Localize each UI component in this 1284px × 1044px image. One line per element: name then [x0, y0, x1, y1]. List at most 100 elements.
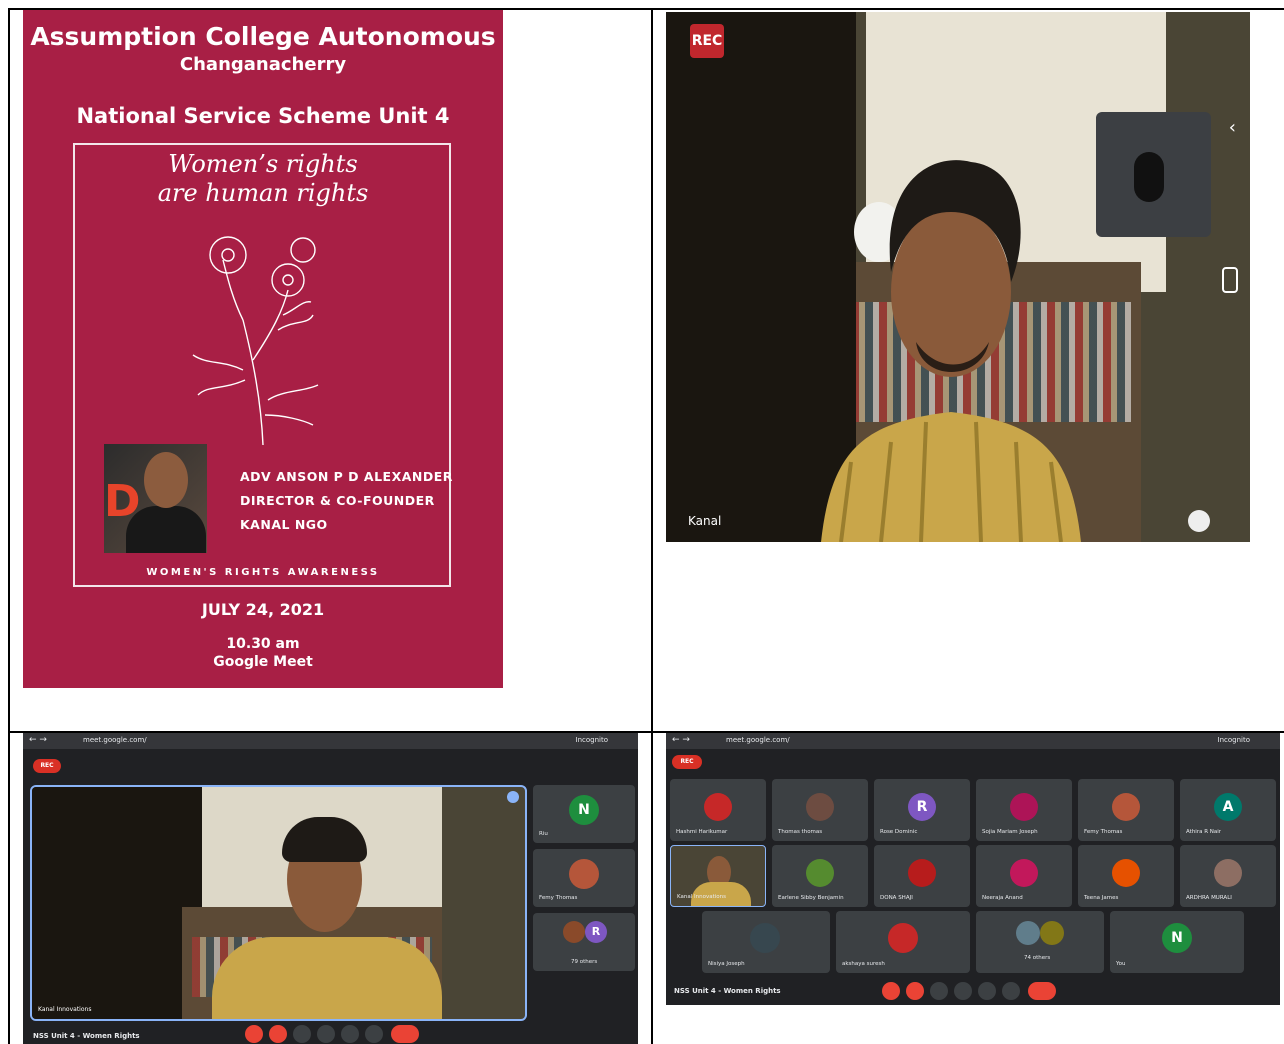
- avatar: [908, 859, 936, 887]
- participant-tile[interactable]: Hashmi Harikumar: [670, 779, 766, 841]
- present-button[interactable]: [978, 982, 996, 1000]
- participant-tile-others[interactable]: 74 others: [976, 911, 1104, 973]
- avatar: [563, 921, 585, 943]
- kanal-logo-letter: D: [104, 476, 141, 527]
- poster-time-block: 10.30 am Google Meet: [23, 635, 503, 671]
- camera-off-button[interactable]: [906, 982, 924, 1000]
- rec-badge: REC: [690, 24, 724, 58]
- avatar: [888, 923, 918, 953]
- options-button[interactable]: [1188, 510, 1210, 532]
- rec-badge: REC: [672, 755, 702, 769]
- flower-illustration: [192, 236, 319, 445]
- poster-place: Changanacherry: [179, 54, 347, 75]
- back-icon[interactable]: ← →: [29, 735, 47, 745]
- participant-tile[interactable]: Earlene Sibby Benjamin: [772, 845, 868, 907]
- poster-college: Assumption College Autonomous: [30, 22, 496, 51]
- avatar: A: [1214, 793, 1242, 821]
- browser-bar: ← → meet.google.com/ Incognito: [666, 733, 1280, 749]
- avatar: [704, 793, 732, 821]
- profile-label: Incognito: [575, 736, 608, 744]
- side-tile-1[interactable]: N Riu: [533, 785, 635, 843]
- present-button[interactable]: [341, 1025, 359, 1043]
- participant-tile[interactable]: Femy Thomas: [1078, 779, 1174, 841]
- side-tile-2[interactable]: Femy Thomas: [533, 849, 635, 907]
- speaker-name: ADV ANSON P D ALEXANDER: [240, 469, 453, 484]
- avatar: [1214, 859, 1242, 887]
- speaker-video-frame: REC ‹ Kanal: [666, 12, 1250, 542]
- poster-theme-line1: Women’s rights: [168, 150, 358, 178]
- avatar: [806, 793, 834, 821]
- avatar: [1112, 793, 1140, 821]
- poster-time: 10.30 am: [226, 636, 300, 652]
- poster-platform: Google Meet: [213, 654, 313, 670]
- self-view-tile: [1096, 112, 1211, 237]
- avatar: R: [585, 921, 607, 943]
- speaker-tile-label: Kanal Innovations: [38, 1006, 92, 1013]
- avatar: [1010, 859, 1038, 887]
- self-tile[interactable]: N You: [1110, 911, 1244, 973]
- event-poster: Assumption College Autonomous Changanach…: [23, 10, 503, 688]
- meet-speaker-view: ← → meet.google.com/ Incognito REC Kanal…: [23, 733, 638, 1044]
- browser-bar: ← → meet.google.com/ Incognito: [23, 733, 638, 749]
- avatar: N: [1162, 923, 1192, 953]
- more-options-button[interactable]: [1002, 982, 1020, 1000]
- poster-awareness: WOMEN'S RIGHTS AWARENESS: [146, 567, 380, 578]
- speaker-photo: D: [104, 444, 207, 553]
- participant-tile[interactable]: R Rose Dominic: [874, 779, 970, 841]
- avatar: [1016, 921, 1040, 945]
- captions-button[interactable]: [293, 1025, 311, 1043]
- participant-tile[interactable]: Neeraja Anand: [976, 845, 1072, 907]
- participant-tile[interactable]: DONA SHAJI: [874, 845, 970, 907]
- participant-tile[interactable]: akshaya suresh: [836, 911, 970, 973]
- meeting-title: NSS Unit 4 - Women Rights: [674, 987, 781, 995]
- leave-call-button[interactable]: [1028, 982, 1056, 1000]
- camera-off-button[interactable]: [269, 1025, 287, 1043]
- meeting-title: NSS Unit 4 - Women Rights: [33, 1032, 140, 1040]
- speaker-person: [821, 160, 1081, 542]
- participant-tile[interactable]: ARDHRA MURALI: [1180, 845, 1276, 907]
- participant-tile[interactable]: Teena James: [1078, 845, 1174, 907]
- speaker-org: KANAL NGO: [240, 517, 328, 532]
- participant-tile[interactable]: A Athira R Nair: [1180, 779, 1276, 841]
- address-bar[interactable]: meet.google.com/: [83, 736, 147, 744]
- participant-tile-speaking[interactable]: Kanal Innovations: [670, 845, 766, 907]
- table-divider-vertical: [651, 8, 653, 1044]
- profile-label: Incognito: [1217, 736, 1250, 744]
- participant-name-label: Kanal: [688, 514, 722, 528]
- back-icon[interactable]: ← →: [672, 735, 690, 745]
- avatar: [750, 923, 780, 953]
- rec-badge: REC: [33, 759, 61, 773]
- meet-grid-view: ← → meet.google.com/ Incognito REC Hashm…: [666, 733, 1280, 1005]
- poster-theme: Women’s rights are human rights: [23, 150, 503, 208]
- participant-tile[interactable]: Thomas thomas: [772, 779, 868, 841]
- raise-hand-button[interactable]: [317, 1025, 335, 1043]
- raise-hand-button[interactable]: [954, 982, 972, 1000]
- camera-icon: [1134, 152, 1164, 202]
- mic-off-button[interactable]: [245, 1025, 263, 1043]
- more-options-button[interactable]: [365, 1025, 383, 1043]
- leave-call-button[interactable]: [391, 1025, 419, 1043]
- poster-theme-line2: are human rights: [157, 179, 369, 207]
- active-speaker-tile: Kanal Innovations: [30, 785, 527, 1021]
- captions-button[interactable]: [930, 982, 948, 1000]
- address-bar[interactable]: meet.google.com/: [726, 736, 790, 744]
- speaking-indicator-icon: [507, 791, 519, 803]
- avatar: [1010, 793, 1038, 821]
- table-border-left: [8, 8, 10, 1044]
- poster-unit: National Service Scheme Unit 4: [76, 104, 450, 128]
- side-tile-others[interactable]: R 79 others: [533, 913, 635, 971]
- avatar: [806, 859, 834, 887]
- participant-tile[interactable]: Sojia Mariam Joseph: [976, 779, 1072, 841]
- avatar: [1040, 921, 1064, 945]
- speaker-details: ADV ANSON P D ALEXANDER DIRECTOR & CO-FO…: [240, 465, 453, 537]
- avatar: N: [569, 795, 599, 825]
- chevron-left-icon[interactable]: ‹: [1229, 117, 1236, 138]
- participant-tile[interactable]: Nisiya Joseph: [702, 911, 830, 973]
- avatar: R: [908, 793, 936, 821]
- speaker-role: DIRECTOR & CO-FOUNDER: [240, 493, 435, 508]
- poster-date: JULY 24, 2021: [201, 600, 325, 619]
- battery-icon: [1222, 267, 1238, 293]
- mic-off-button[interactable]: [882, 982, 900, 1000]
- avatar: [569, 859, 599, 889]
- avatar: [1112, 859, 1140, 887]
